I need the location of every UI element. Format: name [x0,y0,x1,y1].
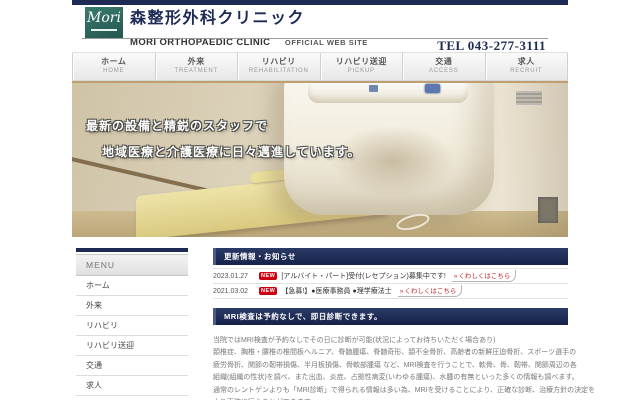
mri-machine-bore [330,125,456,197]
sidebar-item-treatment[interactable]: 外来 [76,296,188,316]
news-detail-link-label: くわしくはこちら [458,273,511,280]
content-area: MENU ホーム 外来 リハビリ リハビリ送迎 交通 求人 更新情報・お知らせ … [72,248,596,400]
nav-item-home[interactable]: ホーム HOME [72,53,156,80]
main-navigation: ホーム HOME 外来 TREATMENT リハビリ REHABILITATIO… [72,52,568,81]
content-column: Mori 森整形外科クリニック MORI ORTHOPAEDIC CLINIC … [72,0,596,400]
news-row: 2021.03.02 NEW 【急募!】●医療事務員 ●理学療法士 »くわしくは… [213,284,568,299]
nav-label-en: TREATMENT [174,68,218,74]
mri-description-line: 組織(組織の性状)を調べ、また出血、炎症、占拠性病変(いわゆる腫瘍)、水腫の有無… [213,374,579,382]
header: Mori 森整形外科クリニック MORI ORTHOPAEDIC CLINIC … [72,5,568,53]
nav-item-treatment[interactable]: 外来 TREATMENT [156,53,238,80]
nav-label-jp: 求人 [517,57,535,66]
menu-title: MENU [76,254,188,276]
mri-description-line: 通常のレントゲンよりも「MRI診断」で得られる情報は多い為、MRIを受けることに… [213,386,596,394]
mri-description-line: 当院ではMRI検査が予約なしでその日に診断が可能(状況によってお待ちいただく場合… [213,337,496,344]
double-arrow-icon: » [453,273,458,280]
official-site-label: OFFICIAL WEB SITE [284,38,368,47]
double-arrow-icon: » [399,288,404,295]
hero-wall-shadow [502,83,568,237]
nav-item-rehabilitation[interactable]: リハビリ REHABILITATION [238,53,321,80]
news-text: 【急募!】●医療事務員 ●理学療法士 [281,288,392,295]
new-badge: NEW [259,287,278,295]
clinic-name: 森整形外科クリニック [130,10,306,27]
nav-label-en: HOME [103,68,125,74]
news-row: 2023.01.27 NEW [アルバイト・パート]受付(レセプション)募集中で… [213,269,568,284]
hero-equipment-box [538,197,558,223]
nav-label-jp: リハビリ送迎 [335,57,387,66]
hero-vent [516,91,542,105]
hero-catchphrase-line2: 地域医療と介護医療に日々邁進しています。 [102,145,361,159]
mri-description-line: 頚椎症、胸椎・腰椎の椎間板ヘルニア、脊髄腫瘍、脊髄奇形、頚不全骨折、高齢者の新鮮… [213,349,577,357]
news-detail-link[interactable]: »くわしくはこちら [397,285,463,297]
hero-catchphrase-line1: 最新の設備と精鋭のスタッフで [86,119,269,133]
phone-number: TEL 043-277-3111 [437,38,546,53]
news-detail-link[interactable]: »くわしくはこちら [451,270,517,282]
mri-description: 当院ではMRI検査が予約なしでその日に診断が可能(状況によってお待ちいただく場合… [213,335,596,400]
hero-photo: 最新の設備と精鋭のスタッフで 地域医療と介護医療に日々邁進しています。 [72,83,568,237]
nav-item-pickup[interactable]: リハビリ送迎 PICKUP [321,53,403,80]
mri-description-line: 疲労骨折、関節の靭帯損傷、半月板損傷、骨軟部腫瘍 など、MRI検査を行うことで、… [213,361,577,369]
nav-item-access[interactable]: 交通 ACCESS [403,53,486,80]
logo-rule [91,29,117,31]
nav-label-en: RECRUIT [510,68,543,74]
nav-label-en: PICKUP [347,68,375,74]
sidebar-menu: MENU ホーム 外来 リハビリ リハビリ送迎 交通 求人 [76,248,188,400]
nav-label-jp: ホーム [101,57,127,66]
mri-display-icon [425,84,440,93]
nav-label-jp: 外来 [187,57,205,66]
clinic-subtitle: MORI ORTHOPAEDIC CLINIC OFFICIAL WEB SIT… [130,32,368,50]
mri-display2-icon [369,85,378,92]
sidebar-item-recruit[interactable]: 求人 [76,376,188,396]
news-list: 2023.01.27 NEW [アルバイト・パート]受付(レセプション)募集中で… [213,268,568,299]
nav-label-jp: リハビリ [261,57,296,66]
main-content: 更新情報・お知らせ 2023.01.27 NEW [アルバイト・パート]受付(レ… [213,248,596,400]
menu-top-border [76,248,188,252]
mri-section-header: MRI検査は予約なしで、即日診断できます。 [213,308,568,325]
new-badge: NEW [259,272,278,280]
sidebar-item-rehabilitation[interactable]: リハビリ [76,316,188,336]
header-titles: 森整形外科クリニック MORI ORTHOPAEDIC CLINIC OFFIC… [130,9,368,50]
sidebar-item-home[interactable]: ホーム [76,276,188,296]
news-date: 2023.01.27 [213,272,249,280]
nav-label-en: REHABILITATION [248,68,309,74]
news-text: [アルバイト・パート]受付(レセプション)募集中です! [281,273,446,280]
logo-wordmark: Mori [87,10,121,26]
news-detail-link-label: くわしくはこちら [404,288,457,295]
clinic-logo[interactable]: Mori [85,7,123,38]
menu-list: ホーム 外来 リハビリ リハビリ送迎 交通 求人 [76,276,188,396]
mri-machine-console [308,83,468,103]
nav-label-en: ACCESS [429,68,459,74]
news-date: 2021.03.02 [213,287,249,295]
nav-label-jp: 交通 [435,57,453,66]
nav-item-recruit[interactable]: 求人 RECRUIT [486,53,568,80]
sidebar-item-access[interactable]: 交通 [76,356,188,376]
sidebar-item-pickup[interactable]: リハビリ送迎 [76,336,188,356]
news-section-header: 更新情報・お知らせ [213,248,568,265]
mri-section: MRI検査は予約なしで、即日診断できます。 当院ではMRI検査が予約なしでその日… [213,308,596,400]
page: Mori 森整形外科クリニック MORI ORTHOPAEDIC CLINIC … [0,0,640,400]
